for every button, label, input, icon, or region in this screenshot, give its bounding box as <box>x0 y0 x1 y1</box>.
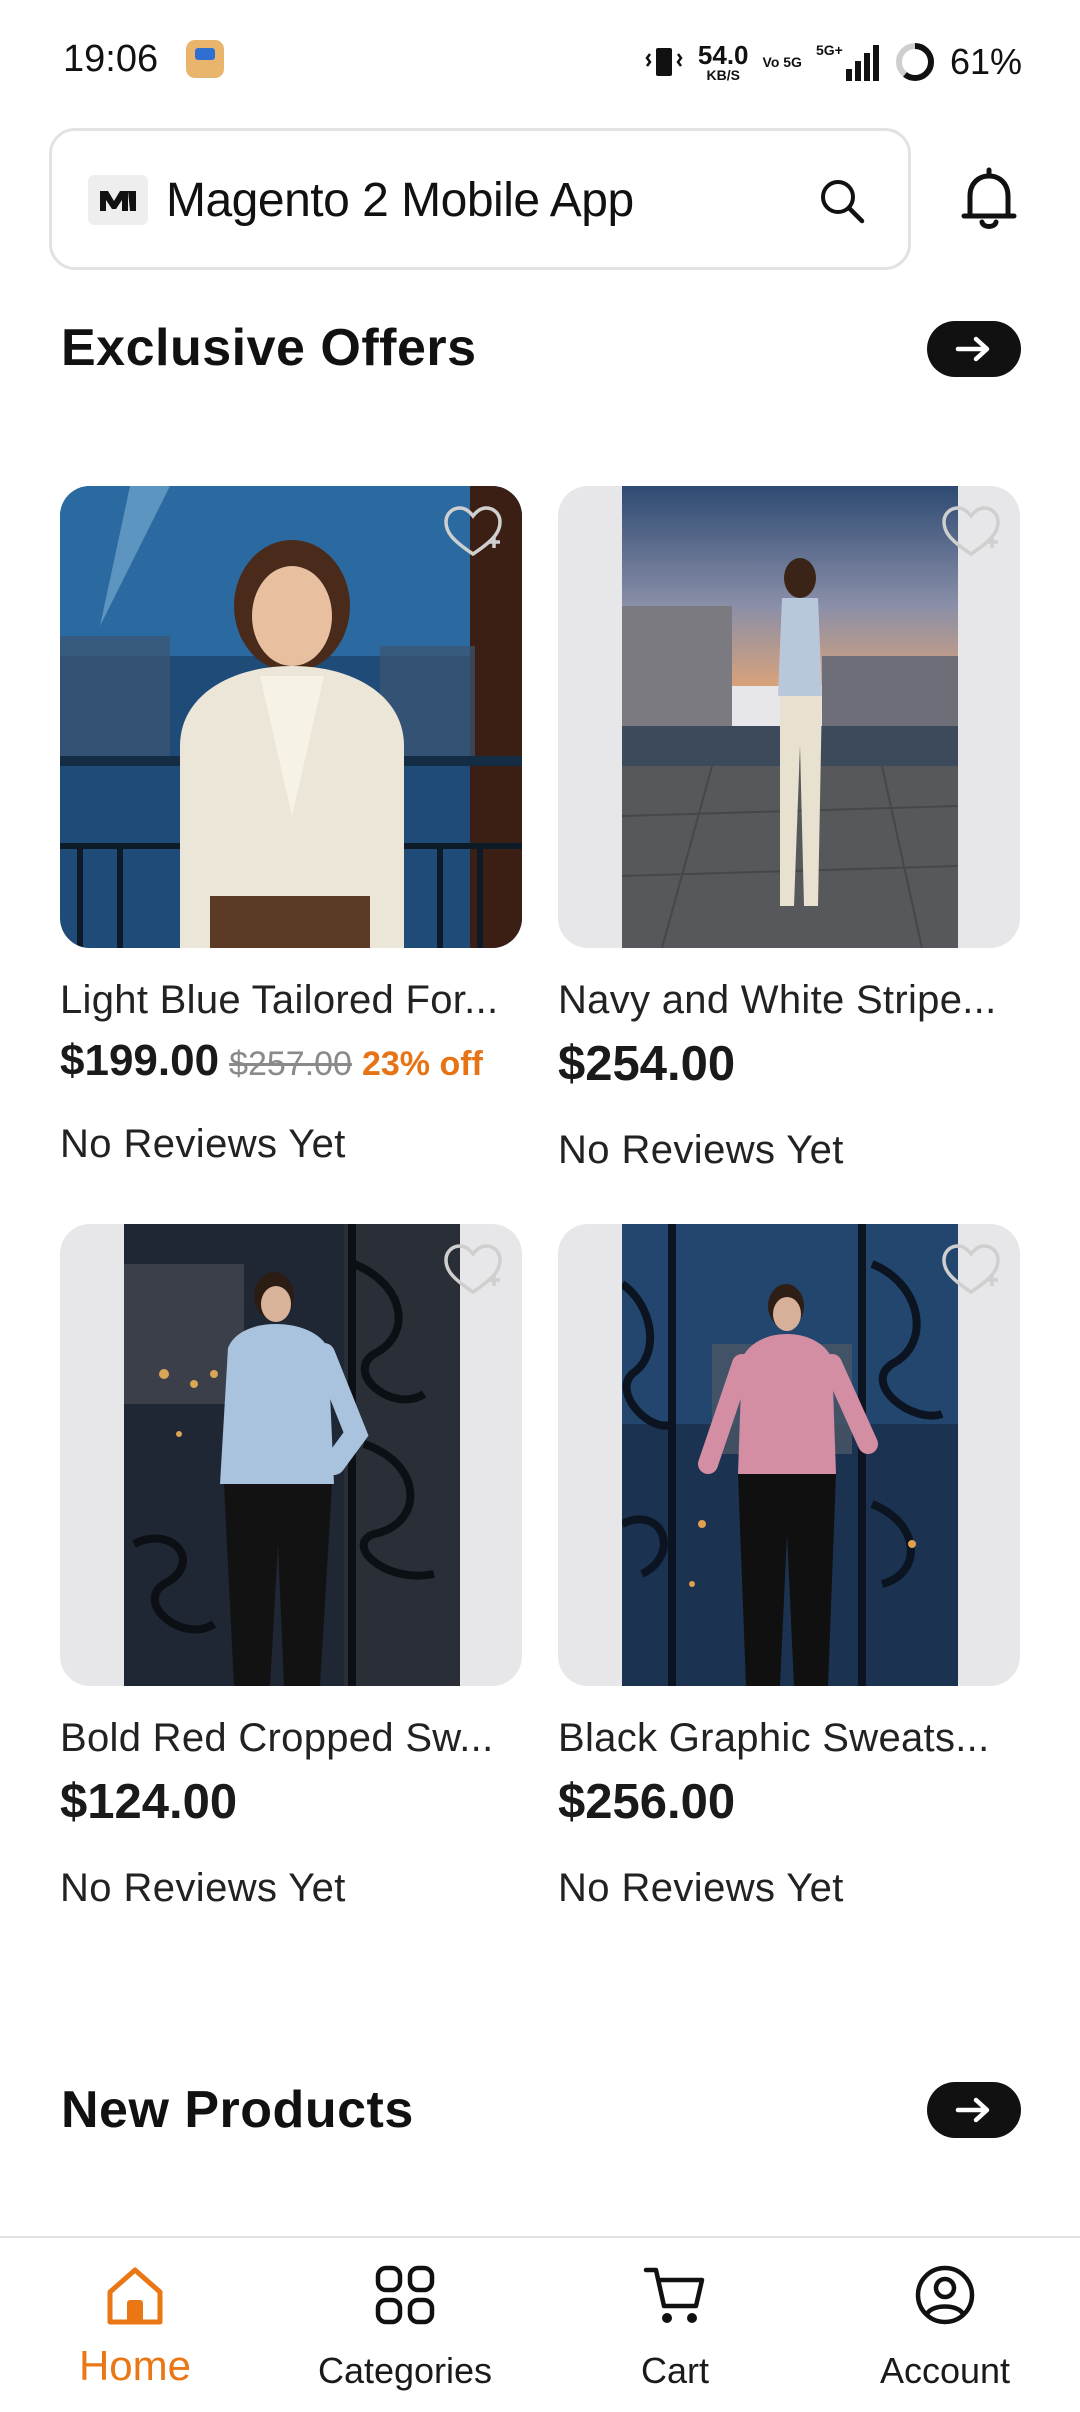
search-icon[interactable] <box>816 175 868 227</box>
product-photo <box>622 486 958 948</box>
grid-icon <box>375 2265 435 2325</box>
search-bar[interactable]: Magento 2 Mobile App <box>49 128 911 270</box>
nav-label-home: Home <box>78 2342 192 2389</box>
product-image-2[interactable] <box>558 486 1020 948</box>
search-title: Magento 2 Mobile App <box>166 174 634 227</box>
product-card-3[interactable]: Bold Red Cropped Sw... $124.00 No Review… <box>60 1224 522 1910</box>
product-name[interactable]: Black Graphic Sweats... <box>558 1716 1020 1761</box>
nav-item-account[interactable]: Account <box>810 2238 1080 2412</box>
net-speed-unit: KB/S <box>706 67 740 83</box>
home-screen: 19:06 54.0 KB/S Vo 5G 5G+ 61% Magento 2 … <box>0 0 1080 2412</box>
volte-indicator: Vo 5G <box>762 53 802 70</box>
product-price: $124.00 <box>60 1775 238 1829</box>
product-image-1[interactable] <box>60 486 522 948</box>
nav-label-account: Account <box>879 2350 1011 2391</box>
home-icon <box>107 2267 163 2325</box>
battery-ring-icon <box>895 43 934 81</box>
product-name[interactable]: Bold Red Cropped Sw... <box>60 1716 522 1761</box>
wishlist-heart-icon[interactable] <box>940 504 1002 560</box>
vibrate-icon <box>645 48 683 76</box>
bell-icon[interactable] <box>956 164 1022 234</box>
product-photo <box>124 1224 460 1686</box>
net-speed: 54.0 KB/S <box>698 42 749 82</box>
product-photo <box>622 1224 958 1686</box>
product-old-price: $257.00 <box>229 1045 352 1083</box>
nav-label-cart: Cart <box>640 2350 709 2391</box>
product-reviews: No Reviews Yet <box>558 1866 844 1910</box>
product-card-2[interactable]: Navy and White Stripe... $254.00 No Revi… <box>558 486 1020 1172</box>
wishlist-heart-icon[interactable] <box>940 1242 1002 1298</box>
section-title-new-products: New Products <box>61 2081 414 2139</box>
nav-item-cart[interactable]: Cart <box>540 2238 810 2412</box>
svg-text:5G+: 5G+ <box>816 42 843 58</box>
product-name[interactable]: Navy and White Stripe... <box>558 978 1020 1023</box>
arrow-right-icon <box>955 336 990 362</box>
product-card-4[interactable]: Black Graphic Sweats... $256.00 No Revie… <box>558 1224 1020 1910</box>
product-reviews: No Reviews Yet <box>60 1122 346 1166</box>
status-bar: 19:06 54.0 KB/S Vo 5G 5G+ 61% <box>0 0 1080 120</box>
account-icon <box>915 2265 975 2325</box>
wishlist-heart-icon[interactable] <box>442 504 504 560</box>
price-row: $254.00 <box>558 1036 735 1092</box>
exclusive-offers-see-all-button[interactable] <box>927 321 1021 377</box>
discount-badge: 23% off <box>361 1045 483 1083</box>
product-card-1[interactable]: Light Blue Tailored For... $199.00 $257.… <box>60 486 522 1166</box>
product-name[interactable]: Light Blue Tailored For... <box>60 978 522 1023</box>
product-price: $256.00 <box>558 1775 736 1829</box>
product-price: $199.00 <box>60 1036 220 1085</box>
product-image-4[interactable] <box>558 1224 1020 1686</box>
battery-level: 61% <box>949 41 1022 82</box>
status-indicators: 54.0 KB/S Vo 5G 5G+ 61% <box>644 38 1022 86</box>
net-speed-value: 54.0 <box>697 40 749 70</box>
signal-icon: 5G+ <box>816 42 879 81</box>
nav-label-categories: Categories <box>317 2350 493 2391</box>
product-reviews: No Reviews Yet <box>558 1128 844 1172</box>
product-price: $254.00 <box>558 1037 736 1091</box>
new-products-see-all-button[interactable] <box>927 2082 1021 2138</box>
bottom-navigation: Home Categories Cart Account <box>0 2236 1080 2412</box>
nav-item-categories[interactable]: Categories <box>270 2238 540 2412</box>
section-title-exclusive-offers: Exclusive Offers <box>61 319 477 377</box>
arrow-right-icon <box>955 2097 990 2123</box>
price-row: $256.00 <box>558 1774 735 1830</box>
notification-app-icon <box>186 40 224 78</box>
cart-icon <box>643 2267 705 2323</box>
price-row: $199.00 $257.00 23% off <box>60 1036 483 1086</box>
price-row: $124.00 <box>60 1774 237 1830</box>
wishlist-heart-icon[interactable] <box>442 1242 504 1298</box>
product-image-3[interactable] <box>60 1224 522 1686</box>
brand-logo <box>88 175 148 225</box>
product-reviews: No Reviews Yet <box>60 1866 346 1910</box>
magento-logo-icon <box>100 191 136 211</box>
nav-item-home[interactable]: Home <box>0 2238 270 2412</box>
status-time: 19:06 <box>63 38 159 80</box>
